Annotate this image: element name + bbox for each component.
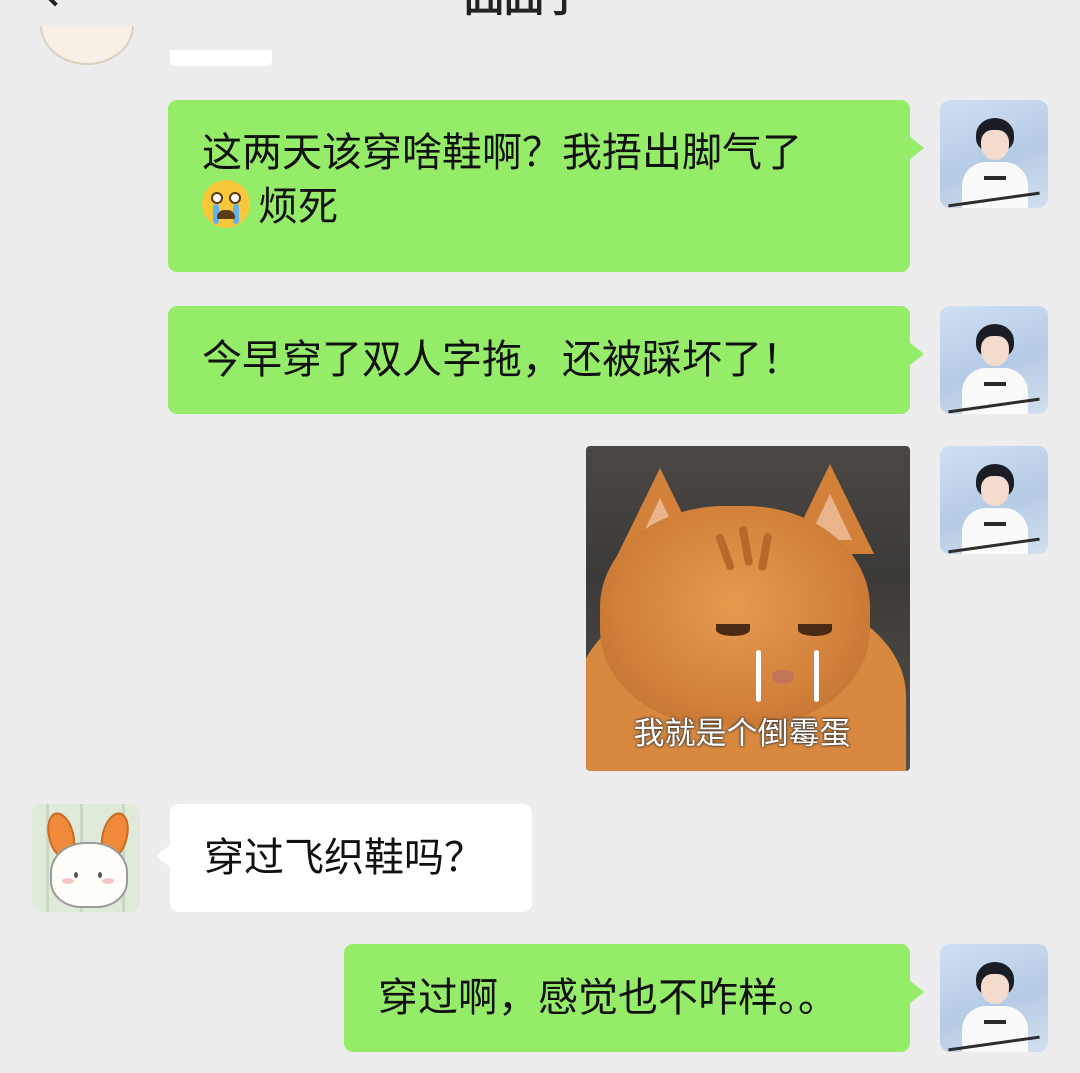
my-avatar[interactable]	[940, 944, 1048, 1052]
partial-message-row	[0, 0, 1080, 70]
message-text-line: 这两天该穿啥鞋啊？我捂出脚气了	[202, 130, 802, 176]
message-text: 穿过啊，感觉也不咋样。。	[378, 975, 838, 1021]
my-message-bubble[interactable]: 今早穿了双人字拖，还被踩坏了！	[168, 306, 924, 414]
message-text: 穿过飞织鞋吗？	[204, 835, 484, 881]
message-text-line: 烦死	[202, 180, 880, 234]
my-avatar[interactable]	[940, 306, 1048, 414]
sticker-caption: 我就是个倒霉蛋	[633, 716, 851, 752]
crying-face-emoji-icon	[202, 180, 250, 228]
friend-avatar[interactable]	[32, 804, 140, 912]
my-message-bubble[interactable]: 穿过啊，感觉也不咋样。。	[344, 944, 924, 1052]
friend-avatar-partial[interactable]	[30, 26, 140, 66]
message-text: 今早穿了双人字拖，还被踩坏了！	[202, 337, 802, 383]
friend-bubble-partial	[170, 50, 272, 66]
my-avatar[interactable]	[940, 100, 1048, 208]
sad-cat-sticker[interactable]: 我就是个倒霉蛋	[586, 446, 910, 771]
friend-message-bubble[interactable]: 穿过飞织鞋吗？	[156, 804, 532, 912]
my-avatar[interactable]	[940, 446, 1048, 554]
my-message-bubble[interactable]: 这两天该穿啥鞋啊？我捂出脚气了 烦死	[168, 100, 924, 272]
